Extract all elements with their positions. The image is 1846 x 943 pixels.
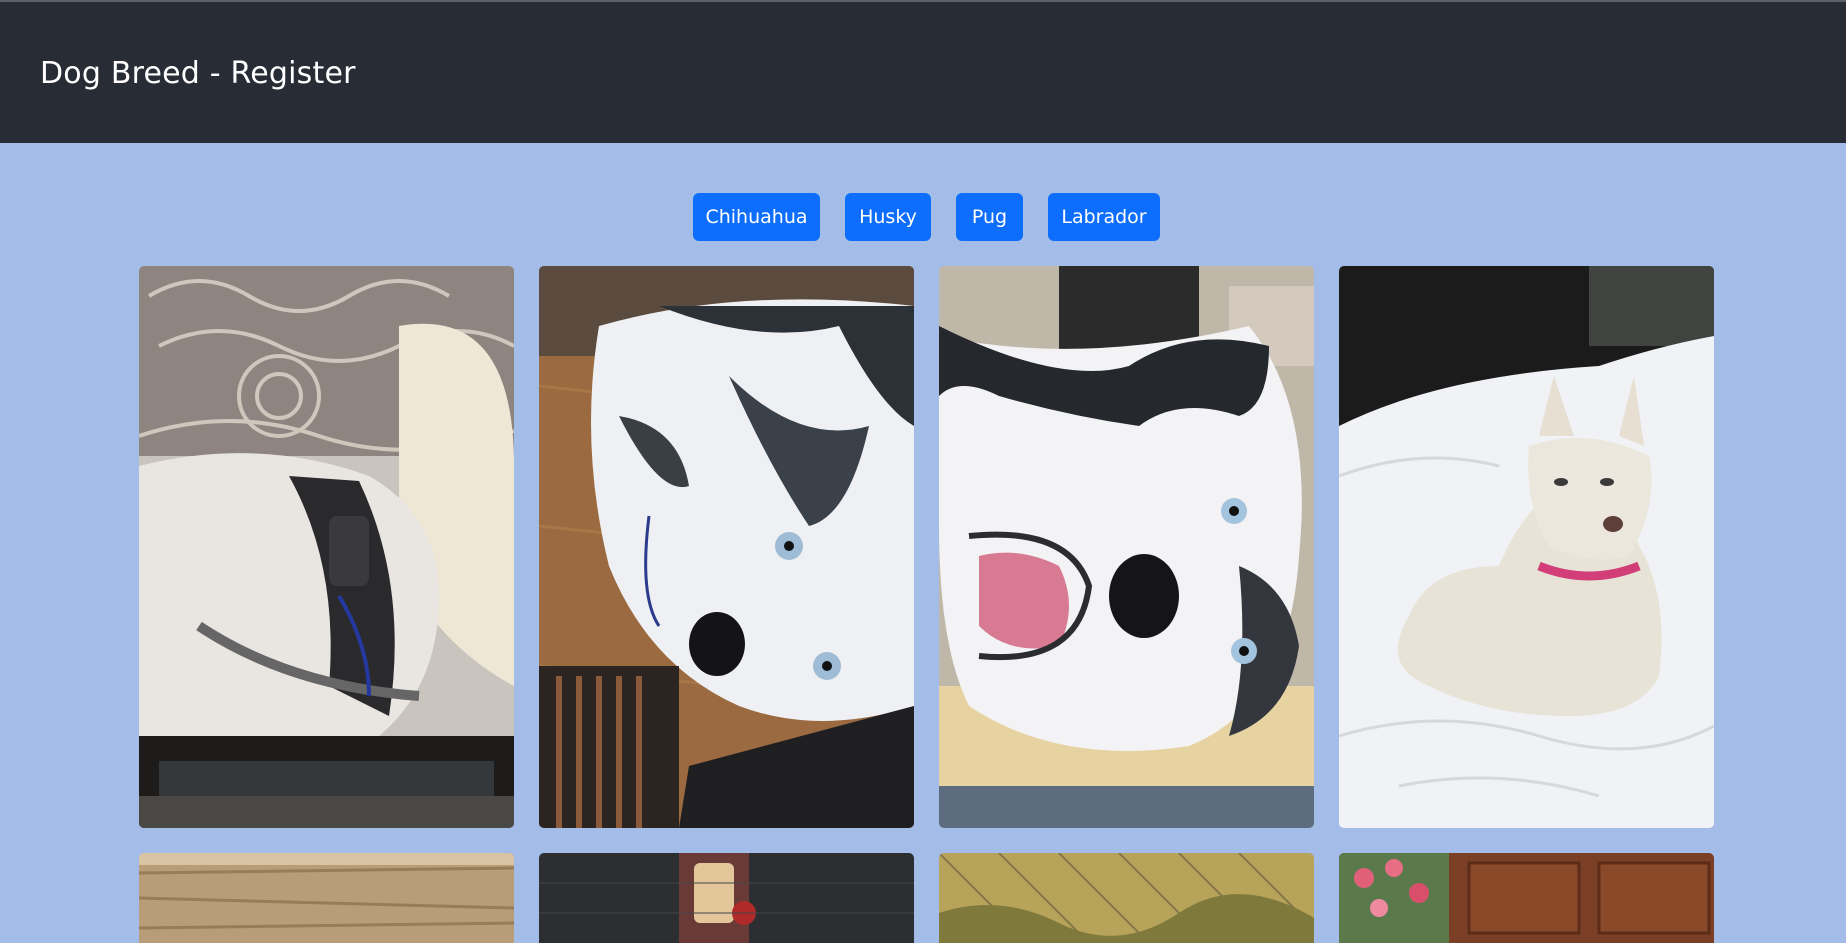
page-title: Dog Breed - Register [40, 56, 356, 91]
breed-button-pug[interactable]: Pug [956, 193, 1023, 241]
dog-image-7 [939, 853, 1314, 943]
dog-image-4 [1339, 266, 1714, 828]
breed-button-husky[interactable]: Husky [845, 193, 931, 241]
dog-image-3 [939, 266, 1314, 828]
dog-image-5 [139, 853, 514, 943]
dog-image-8 [1339, 853, 1714, 943]
dog-image-2 [539, 266, 914, 828]
app-header: Dog Breed - Register [0, 2, 1846, 143]
breed-button-labrador[interactable]: Labrador [1048, 193, 1160, 241]
breed-button-chihuahua[interactable]: Chihuahua [693, 193, 820, 241]
dog-image-1 [139, 266, 514, 828]
dog-image-6 [539, 853, 914, 943]
